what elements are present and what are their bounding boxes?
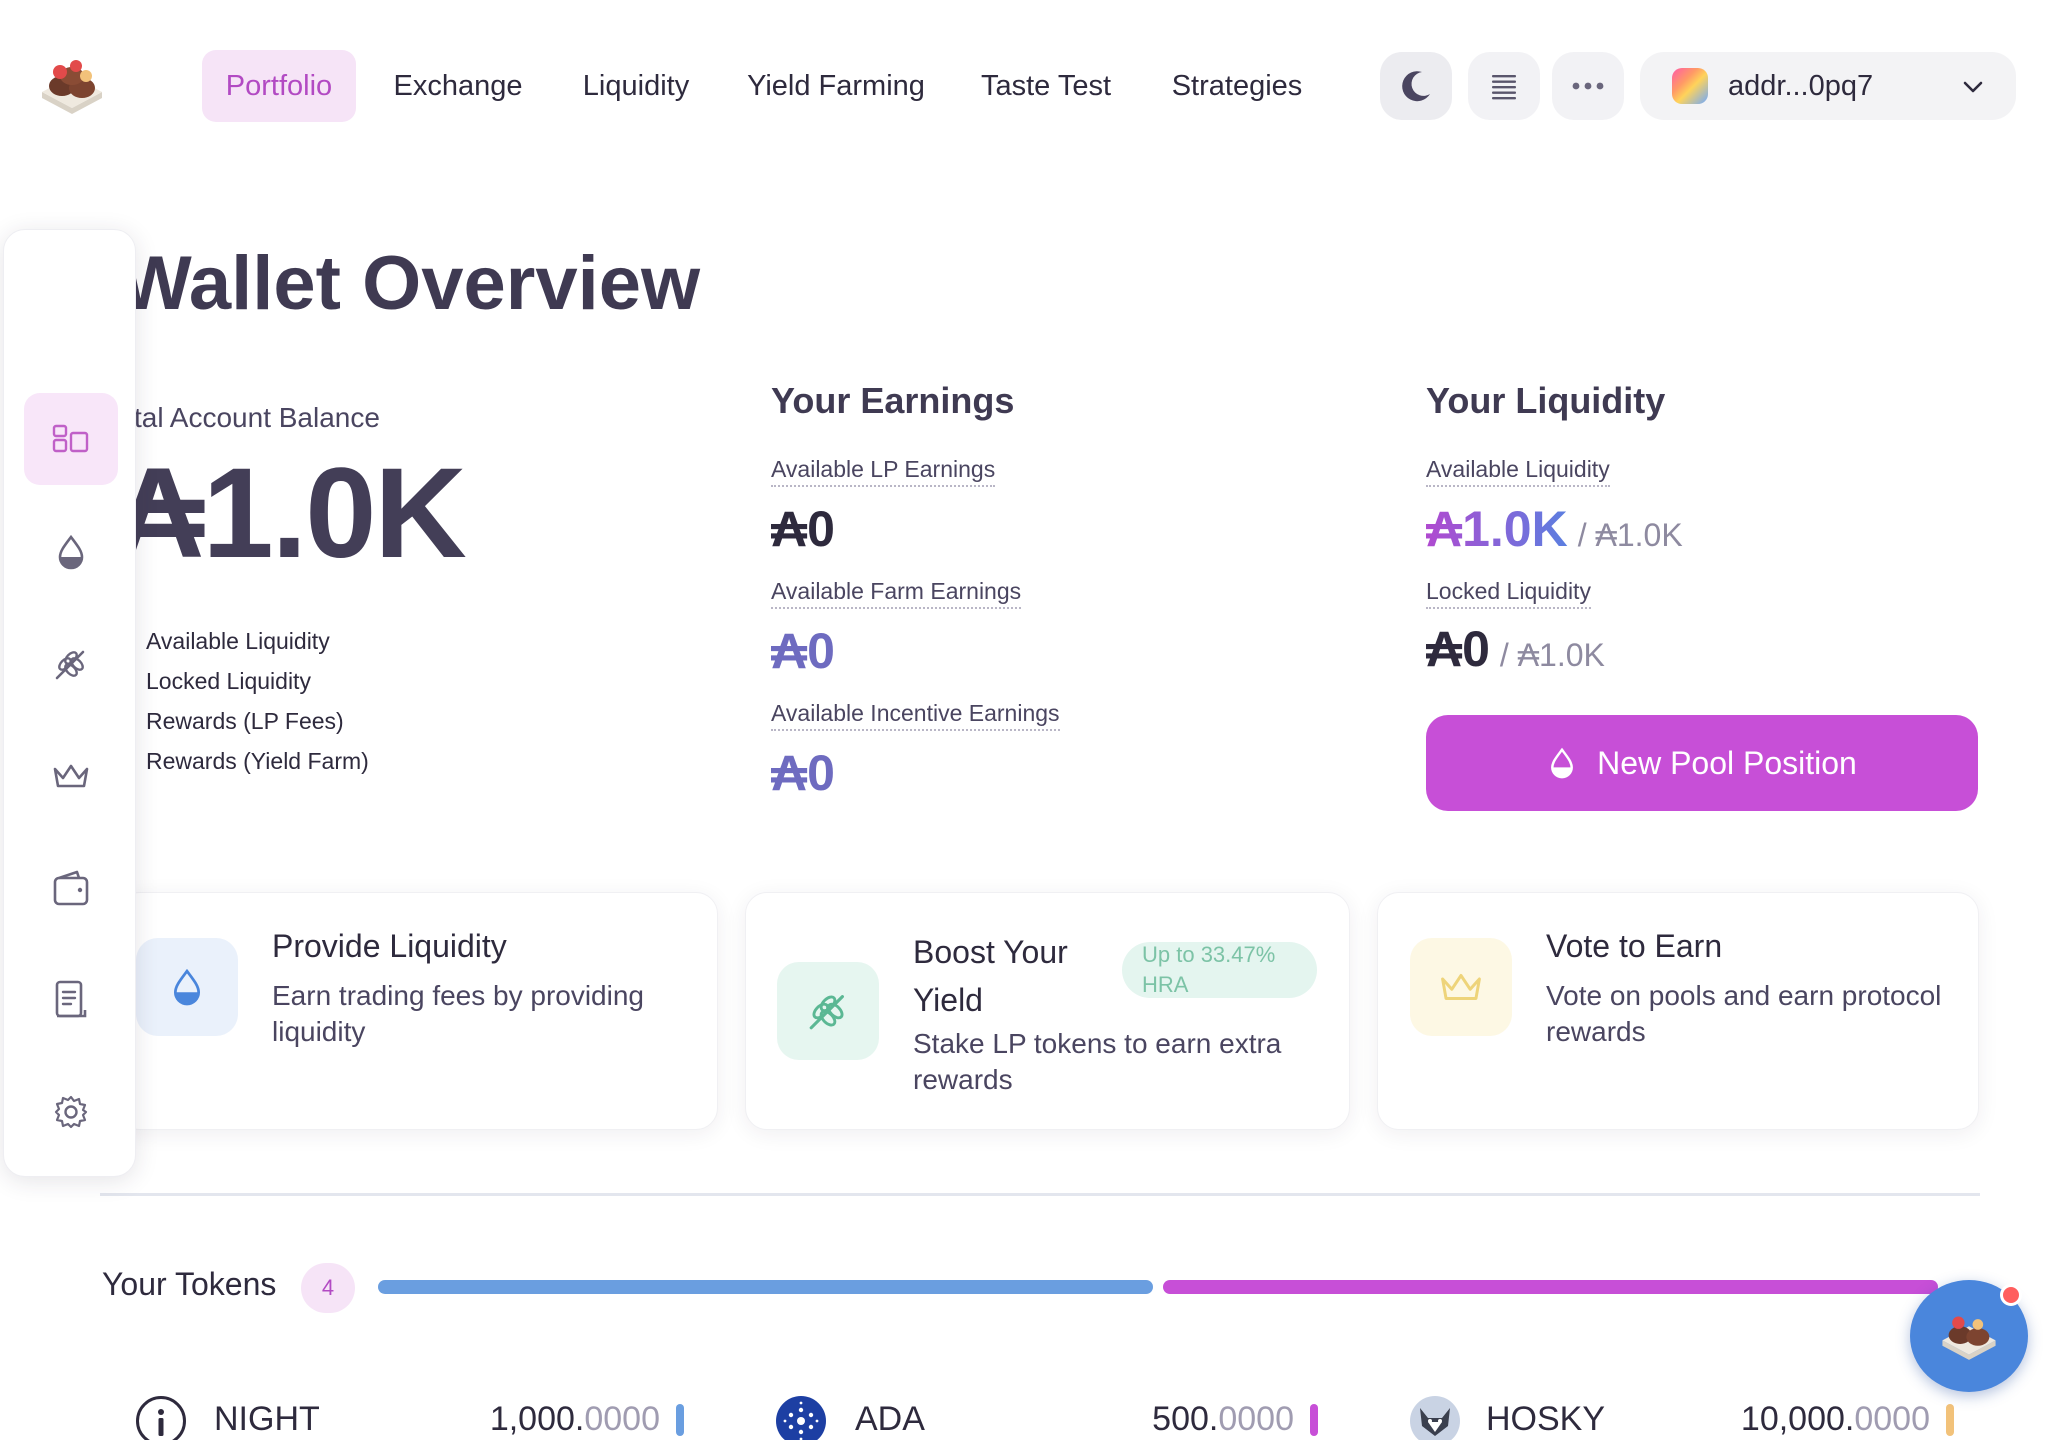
lp-earnings-label[interactable]: Available LP Earnings <box>771 456 996 487</box>
token-pip-night <box>676 1404 684 1436</box>
card-boost-yield-icon <box>777 962 879 1060</box>
lp-earnings-value: ₳0 <box>771 501 835 557</box>
token-amount-ada: 500.0000 <box>1152 1400 1294 1438</box>
hra-badge: Up to 33.47% HRA <box>1122 942 1317 998</box>
token-name-ada[interactable]: ADA <box>855 1400 925 1439</box>
nav-tab-liquidity[interactable]: Liquidity <box>566 50 706 122</box>
available-liquidity-total: / ₳1.0K <box>1577 517 1683 553</box>
crown-icon <box>53 764 89 788</box>
available-liquidity-value: ₳1.0K <box>1426 501 1568 557</box>
moon-icon <box>1402 71 1430 102</box>
token-name-night[interactable]: NIGHT <box>214 1400 320 1439</box>
card-boost-yield-title: Boost Your Yield <box>913 934 1068 1018</box>
available-liquidity-label[interactable]: Available Liquidity <box>1426 456 1610 487</box>
card-vote-to-earn-title: Vote to Earn <box>1546 928 1723 964</box>
list-icon <box>1492 75 1516 100</box>
more-options-button[interactable] <box>1552 52 1624 120</box>
gear-icon <box>54 1095 88 1129</box>
allocation-segment <box>1163 1280 1938 1294</box>
sidebar-item-settings[interactable] <box>24 1066 118 1158</box>
app-logo-icon <box>1942 1316 1996 1360</box>
nav-tab-strategies[interactable]: Strategies <box>1158 50 1316 122</box>
tokens-count-badge: 4 <box>301 1263 355 1313</box>
legend-rewards-yield-farm: Rewards (Yield Farm) <box>146 748 369 774</box>
hosky-token-icon <box>1410 1396 1460 1440</box>
drop-icon <box>1551 747 1574 779</box>
total-balance-value: ₳1.0K <box>112 442 467 585</box>
incentive-earnings-value: ₳0 <box>771 745 835 801</box>
new-pool-position-label: New Pool Position <box>1597 744 1857 781</box>
nav-tab-yield-farming[interactable]: Yield Farming <box>738 50 934 122</box>
drop-icon <box>173 968 201 1006</box>
section-divider <box>100 1193 1980 1196</box>
locked-liquidity-row: ₳0/ ₳1.0K <box>1426 620 1605 678</box>
sidebar-item-dashboard[interactable] <box>24 393 118 485</box>
sidebar-item-history[interactable] <box>24 954 118 1046</box>
legend-available-liquidity: Available Liquidity <box>146 628 330 654</box>
token-pip-ada <box>1310 1404 1318 1436</box>
legend-locked-liquidity: Locked Liquidity <box>146 668 311 694</box>
sidebar-item-wallet[interactable] <box>24 842 118 934</box>
card-provide-liquidity-title: Provide Liquidity <box>272 928 507 964</box>
card-boost-yield-desc: Stake LP tokens to earn extra rewards <box>913 1028 1282 1095</box>
available-liquidity-row: ₳1.0K / ₳1.0K <box>1426 500 1683 558</box>
farm-earnings-value: ₳0 <box>771 623 835 679</box>
new-pool-position-button[interactable]: New Pool Position <box>1426 715 1978 811</box>
legend-rewards-lp-fees: Rewards (LP Fees) <box>146 708 344 734</box>
wallet-avatar <box>1672 68 1708 104</box>
locked-liquidity-value: ₳0 <box>1426 621 1490 677</box>
nav-tab-exchange[interactable]: Exchange <box>384 50 532 122</box>
tokens-title: Your Tokens <box>102 1266 277 1302</box>
allocation-segment <box>378 1280 1153 1294</box>
token-pip-hosky <box>1946 1404 1954 1436</box>
sidebar-item-governance[interactable] <box>24 730 118 822</box>
nav-tab-portfolio[interactable]: Portfolio <box>202 50 356 122</box>
more-dots-icon <box>1572 82 1604 90</box>
liquidity-title: Your Liquidity <box>1426 380 1666 421</box>
wallet-selector-button[interactable]: addr...0pq7 <box>1640 52 2016 120</box>
token-amount-hosky: 10,000.0000 <box>1740 1400 1930 1438</box>
crown-icon <box>1441 974 1481 1000</box>
card-vote-to-earn-icon <box>1410 938 1512 1036</box>
nav-tab-taste-test[interactable]: Taste Test <box>970 50 1122 122</box>
sidebar-item-liquidity[interactable] <box>24 506 118 598</box>
card-provide-liquidity-desc: Earn trading fees by providing liquidity <box>272 980 644 1047</box>
locked-liquidity-total: / ₳1.0K <box>1499 637 1605 673</box>
drop-icon <box>58 534 84 570</box>
wheat-icon <box>55 650 85 680</box>
ada-token-icon <box>776 1396 826 1440</box>
list-view-button[interactable] <box>1468 52 1540 120</box>
top-nav: Portfolio Exchange Liquidity Yield Farmi… <box>0 0 2048 172</box>
card-vote-to-earn-desc: Vote on pools and earn protocol rewards <box>1546 980 1942 1047</box>
card-provide-liquidity-icon <box>136 938 238 1036</box>
sidebar <box>3 229 136 1177</box>
page-title: Wallet Overview <box>120 241 701 326</box>
token-amount-night: 1,000.0000 <box>489 1400 660 1438</box>
ledger-icon <box>55 980 87 1018</box>
farm-earnings-label[interactable]: Available Farm Earnings <box>771 578 1022 609</box>
chevron-down-icon <box>1963 81 1983 93</box>
balance-label: tal Account Balance <box>134 402 380 433</box>
notification-dot <box>2000 1284 2022 1306</box>
sidebar-item-farming[interactable] <box>24 618 118 710</box>
incentive-earnings-label[interactable]: Available Incentive Earnings <box>771 700 1060 731</box>
token-name-hosky[interactable]: HOSKY <box>1486 1400 1605 1439</box>
wallet-icon <box>53 870 89 906</box>
wheat-icon <box>809 995 844 1030</box>
locked-liquidity-label[interactable]: Locked Liquidity <box>1426 578 1591 609</box>
earnings-title: Your Earnings <box>771 380 1015 421</box>
theme-toggle-button[interactable] <box>1380 52 1452 120</box>
dashboard-icon <box>52 424 89 453</box>
night-token-icon <box>136 1396 186 1440</box>
wallet-address: addr...0pq7 <box>1728 69 1874 102</box>
app-logo-icon[interactable] <box>36 52 108 122</box>
